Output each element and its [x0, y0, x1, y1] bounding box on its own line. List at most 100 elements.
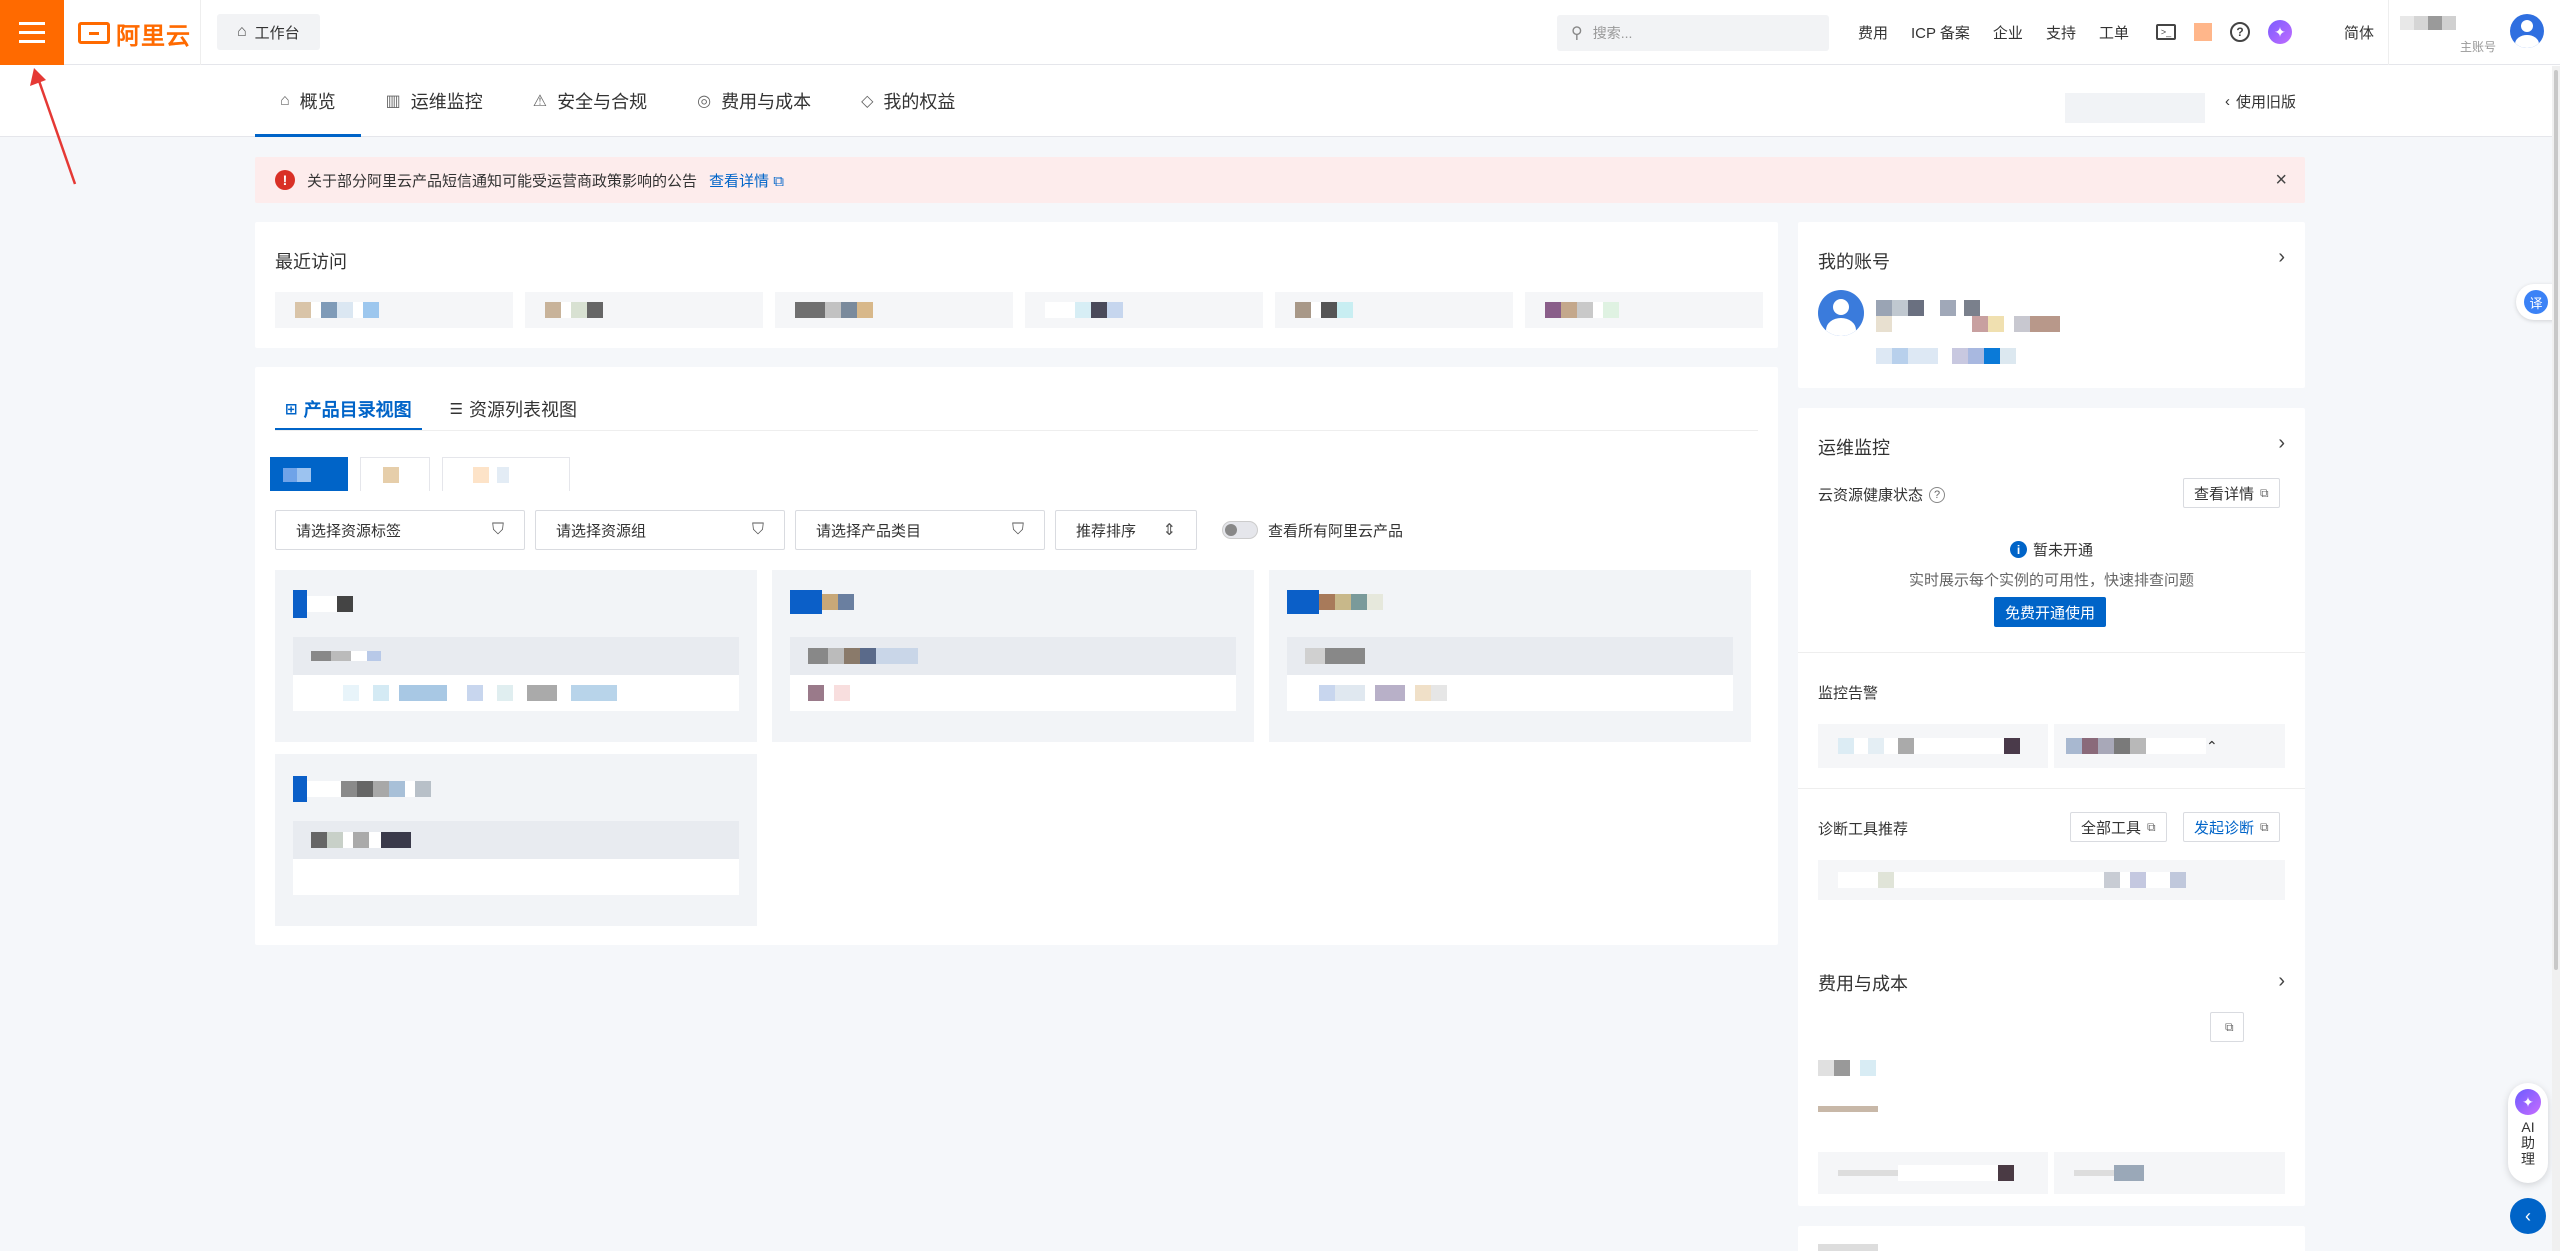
tab-product-catalog-view[interactable]: ⊞ 产品目录视图 [275, 387, 422, 431]
product-card[interactable] [275, 754, 757, 926]
product-category-select[interactable]: 请选择产品类目 ⛉ [795, 510, 1045, 550]
view-tabs: ⊞ 产品目录视图 ☰ 资源列表视图 [275, 387, 605, 431]
subtab-category[interactable] [442, 457, 570, 491]
translate-icon: 译 [2524, 290, 2548, 314]
language-switch[interactable]: 简体 [2344, 0, 2374, 65]
cost-summary[interactable] [1818, 1152, 2048, 1194]
aliyun-logo-icon [78, 22, 110, 44]
resource-tag-select[interactable]: 请选择资源标签 ⛉ [275, 510, 525, 550]
external-link-icon: ⧉ [2147, 819, 2156, 834]
tab-label: 资源列表视图 [469, 400, 578, 420]
view-details-button[interactable]: 查看详情 ⧉ [2183, 478, 2280, 508]
ops-monitor-card: 运维监控 › 云资源健康状态 ? 查看详情 ⧉ i 暂未开通 实时展示每个实例的可… [1798, 408, 2305, 948]
recent-item[interactable] [1525, 292, 1763, 328]
nav-item-enterprise[interactable]: 企业 [1993, 22, 2023, 43]
message-icon[interactable]: >_ [2156, 24, 2176, 40]
aliyun-logo[interactable]: 阿里云 [78, 18, 191, 50]
alert-details-link[interactable]: 查看详情 ⧉ [709, 170, 784, 191]
help-icon[interactable]: ? [1929, 486, 1946, 503]
sort-icon: ⇕ [1162, 522, 1176, 539]
all-tools-button[interactable]: 全部工具 ⧉ [2070, 812, 2167, 842]
scrollbar-thumb[interactable] [2554, 70, 2558, 970]
ai-sparkle-icon[interactable]: ✦ [2268, 20, 2292, 44]
diag-tools-label: 诊断工具推荐 [1818, 821, 1909, 838]
divider [275, 430, 1758, 431]
recent-visits-card: 最近访问 [255, 222, 1778, 348]
alarm-summary[interactable] [1818, 724, 2048, 768]
recent-item[interactable] [1275, 292, 1513, 328]
toggle-switch[interactable] [1222, 521, 1258, 539]
chevron-right-icon[interactable]: › [2278, 246, 2285, 269]
subtab-category[interactable] [360, 457, 430, 491]
menu-toggle-button[interactable] [0, 0, 64, 65]
cost-detail-blurred [1818, 1106, 1878, 1112]
filter-icon: ⛉ [1011, 521, 1024, 538]
tab-label: 安全与合规 [557, 92, 648, 112]
filter-placeholder: 请选择资源标签 [296, 522, 402, 540]
category-subtabs [270, 457, 582, 491]
filter-icon: ⛉ [491, 521, 504, 538]
use-old-version-link[interactable]: ‹ 使用旧版 [2225, 65, 2296, 137]
ai-assistant-button[interactable]: ✦ AI助理 [2508, 1083, 2548, 1183]
tab-resource-list-view[interactable]: ☰ 资源列表视图 [440, 387, 587, 431]
main-tabs-bar: ⌂ 概览 ▥ 运维监控 ⚠ 安全与合规 ◎ 费用与成本 ◇ 我的权益 ‹ 使用旧… [0, 65, 2560, 137]
tab-overview[interactable]: ⌂ 概览 [255, 65, 361, 137]
tab-ops-monitor[interactable]: ▥ 运维监控 [361, 65, 508, 137]
resource-group-select[interactable]: 请选择资源组 ⛉ [535, 510, 785, 550]
recent-item[interactable] [525, 292, 763, 328]
user-name-blurred[interactable] [2400, 16, 2456, 30]
next-card-title-blurred [1818, 1244, 1878, 1251]
ai-assistant-label: AI助理 [2521, 1119, 2535, 1167]
nav-item-ticket[interactable]: 工单 [2099, 22, 2129, 43]
chevron-right-icon[interactable]: › [2278, 432, 2285, 455]
top-icons: >_ ? ✦ [2156, 18, 2310, 46]
products-card: ⊞ 产品目录视图 ☰ 资源列表视图 请选择资源标签 ⛉ 请选择资源组 ⛉ 请选择… [255, 367, 1778, 945]
workbench-button[interactable]: ⌂ 工作台 [217, 14, 320, 50]
collapse-button[interactable]: ‹ [2510, 1198, 2546, 1234]
cost-card: 费用与成本 › ⧉ [1798, 946, 2305, 1206]
close-icon[interactable]: × [2275, 169, 2287, 192]
recent-item[interactable] [775, 292, 1013, 328]
sort-label: 推荐排序 [1076, 522, 1137, 540]
monitor-alarm-label: 监控告警 [1818, 685, 1879, 702]
diag-tools-list[interactable] [1818, 860, 2285, 900]
hamburger-icon [19, 19, 45, 46]
coin-icon: ◎ [697, 93, 712, 110]
alarm-summary[interactable]: ⌃ [2054, 724, 2285, 768]
chevron-up-icon[interactable]: ⌃ [2206, 738, 2218, 755]
recent-item[interactable] [1025, 292, 1263, 328]
help-icon[interactable]: ? [2230, 22, 2250, 42]
account-info-blurred [1876, 348, 2016, 364]
tab-cost[interactable]: ◎ 费用与成本 [672, 65, 836, 137]
tab-security[interactable]: ⚠ 安全与合规 [508, 65, 672, 137]
product-card[interactable] [275, 570, 757, 742]
cost-summary[interactable] [2054, 1152, 2285, 1194]
recent-item[interactable] [275, 292, 513, 328]
divider [1798, 652, 2305, 653]
start-diagnosis-button[interactable]: 发起诊断 ⧉ [2183, 812, 2280, 842]
chevron-right-icon[interactable]: › [2278, 970, 2285, 993]
error-icon: ! [275, 170, 295, 190]
subtab-category[interactable] [270, 457, 348, 491]
global-search-input[interactable]: ⚲ 搜索... [1557, 15, 1829, 51]
nav-item-icp[interactable]: ICP 备案 [1911, 22, 1970, 43]
user-avatar[interactable] [2510, 14, 2544, 48]
account-name-blurred [1876, 300, 1980, 316]
filter-placeholder: 请选择产品类目 [816, 522, 922, 540]
free-activate-button[interactable]: 免费开通使用 [1994, 597, 2106, 627]
product-card[interactable] [772, 570, 1254, 742]
show-all-products-toggle[interactable]: 查看所有阿里云产品 [1222, 520, 1403, 541]
toggle-label: 查看所有阿里云产品 [1268, 522, 1404, 540]
bar-chart-icon: ▥ [385, 93, 401, 110]
filters-row: 请选择资源标签 ⛉ 请选择资源组 ⛉ 请选择产品类目 ⛉ 推荐排序 ⇕ 查看所有… [275, 510, 1403, 550]
nav-item-support[interactable]: 支持 [2046, 22, 2076, 43]
nav-item-billing[interactable]: 费用 [1858, 22, 1888, 43]
account-avatar [1818, 290, 1864, 336]
tab-benefits[interactable]: ◇ 我的权益 [836, 65, 980, 137]
home-icon: ⌂ [280, 92, 290, 109]
product-card[interactable] [1269, 570, 1751, 742]
notification-icon[interactable] [2194, 23, 2212, 41]
sort-select[interactable]: 推荐排序 ⇕ [1055, 510, 1197, 550]
divider [200, 0, 201, 65]
external-link-button[interactable]: ⧉ [2210, 1012, 2244, 1042]
